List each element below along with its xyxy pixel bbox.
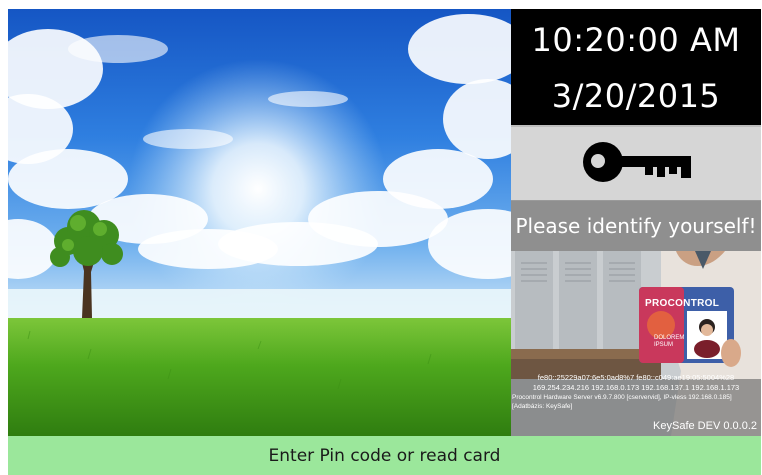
clock-time: 10:20:00 AM xyxy=(531,21,741,59)
status-text: Enter Pin code or read card xyxy=(268,445,501,466)
right-panel: 10:20:00 AM 3/20/2015 Please identify yo… xyxy=(511,9,761,436)
card-text: DOLOREM IPSUM xyxy=(654,335,685,348)
wallpaper-image xyxy=(8,9,511,436)
database-info: [Adatbázis: KeySafe] xyxy=(512,403,573,410)
key-indicator xyxy=(511,125,761,201)
device-info: fe80::25229a07:6e5:0ad8%7 fe80::c049:ae1… xyxy=(511,373,761,411)
kiosk-screen: 10:20:00 AM 3/20/2015 Please identify yo… xyxy=(0,0,762,475)
version-label: KeySafe DEV 0.0.0.2 xyxy=(653,420,757,432)
card-reader-photo: PROCONTROL DOLOREM IPSUM fe80::25229a07:… xyxy=(511,251,761,436)
identify-prompt: Please identify yourself! xyxy=(511,201,761,251)
status-bar: Enter Pin code or read card xyxy=(8,436,761,475)
clock-panel: 10:20:00 AM 3/20/2015 xyxy=(511,9,761,125)
clock-date: 3/20/2015 xyxy=(551,77,721,115)
ipv6-addresses: fe80::25229a07:6e5:0ad8%7 fe80::c049:ae1… xyxy=(537,373,735,382)
landscape-illustration xyxy=(8,14,511,436)
card-brand-label: PROCONTROL xyxy=(645,298,720,309)
server-info: Procontrol Hardware Server v6.9.7.800 [c… xyxy=(512,394,732,401)
ipv4-addresses: 169.254.234.216 192.168.0.173 192.168.13… xyxy=(532,383,740,392)
